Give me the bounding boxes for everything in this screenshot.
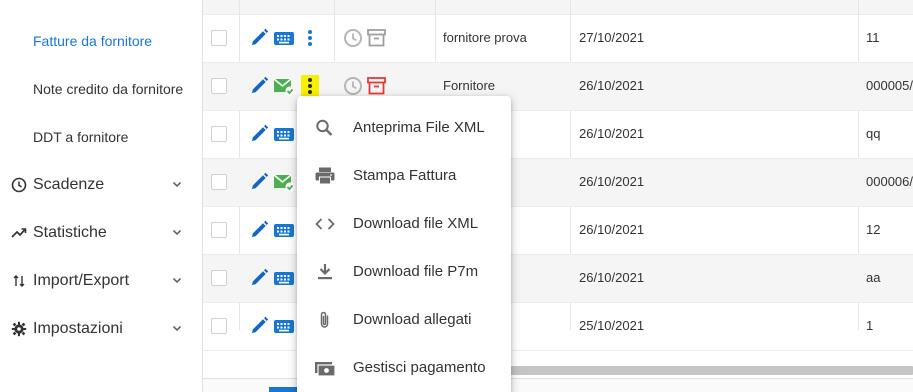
menu-item-label: Stampa Fattura bbox=[353, 167, 457, 184]
sidebar-item-label: Scadenze bbox=[33, 176, 105, 193]
menu-item-label: Download allegati bbox=[353, 311, 472, 328]
sidebar-item-scadenze[interactable]: Scadenze bbox=[10, 173, 190, 197]
more-actions-button[interactable] bbox=[301, 27, 319, 49]
sidebar-item-note-credito-da-fornitore[interactable]: Note credito da fornitore bbox=[33, 81, 183, 97]
sidebar: Fatture da fornitore Note credito da for… bbox=[0, 0, 203, 392]
invoice-number-cell: qq bbox=[866, 126, 881, 141]
invoice-number-cell: aa bbox=[866, 270, 881, 285]
chevron-down-icon bbox=[172, 229, 182, 236]
swap-vertical-icon bbox=[10, 272, 28, 290]
keyboard-icon[interactable] bbox=[273, 316, 295, 336]
row-checkbox[interactable] bbox=[211, 318, 227, 334]
download-icon bbox=[318, 264, 332, 280]
chevron-down-icon bbox=[172, 325, 182, 332]
menu-item-anteprima-xml[interactable]: Anteprima File XML bbox=[297, 104, 511, 152]
sidebar-item-ddt-a-fornitore[interactable]: DDT a fornitore bbox=[33, 129, 128, 145]
date-cell: 26/10/2021 bbox=[579, 78, 645, 93]
row-checkbox[interactable] bbox=[211, 222, 227, 238]
pencil-icon[interactable] bbox=[249, 28, 271, 48]
search-icon bbox=[316, 119, 333, 136]
code-icon bbox=[315, 218, 335, 230]
invoice-number-cell: 000005/ bbox=[866, 78, 913, 93]
printer-icon bbox=[315, 167, 335, 185]
menu-item-stampa-fattura[interactable]: Stampa Fattura bbox=[297, 152, 511, 200]
table-row[interactable]: fornitore prova 27/10/2021 11 bbox=[203, 15, 913, 63]
date-cell: 27/10/2021 bbox=[579, 30, 645, 45]
sidebar-item-import-export[interactable]: Import/Export bbox=[10, 269, 190, 293]
date-cell: 26/10/2021 bbox=[579, 126, 645, 141]
pencil-icon[interactable] bbox=[249, 172, 271, 192]
sidebar-item-impostazioni[interactable]: Impostazioni bbox=[10, 317, 190, 341]
trending-up-icon bbox=[10, 224, 28, 242]
chevron-down-icon bbox=[172, 277, 182, 284]
keyboard-icon[interactable] bbox=[273, 220, 295, 240]
supplier-name-cell: Fornitore bbox=[443, 78, 496, 93]
sidebar-item-label: Statistiche bbox=[33, 224, 107, 241]
payment-icon bbox=[315, 362, 336, 377]
archive-icon[interactable] bbox=[366, 28, 388, 48]
clock-icon bbox=[10, 176, 28, 194]
horizontal-scrollbar[interactable] bbox=[511, 366, 913, 375]
chevron-down-icon bbox=[172, 181, 182, 188]
paperclip-icon bbox=[320, 311, 329, 328]
pencil-icon[interactable] bbox=[249, 268, 271, 288]
archive-icon[interactable] bbox=[366, 76, 388, 96]
sidebar-item-label: Impostazioni bbox=[33, 320, 123, 337]
date-cell: 26/10/2021 bbox=[579, 270, 645, 285]
invoice-number-cell: 1 bbox=[866, 318, 874, 333]
pencil-icon[interactable] bbox=[249, 76, 271, 96]
date-cell: 25/10/2021 bbox=[579, 318, 645, 333]
row-checkbox[interactable] bbox=[211, 174, 227, 190]
mail-check-icon[interactable] bbox=[273, 172, 295, 192]
table-row bbox=[203, 0, 913, 15]
supplier-name-cell: fornitore prova bbox=[443, 30, 527, 45]
keyboard-icon[interactable] bbox=[273, 28, 295, 48]
menu-item-download-p7m[interactable]: Download file P7m bbox=[297, 248, 511, 296]
mail-check-icon[interactable] bbox=[273, 76, 295, 96]
row-checkbox[interactable] bbox=[211, 126, 227, 142]
menu-item-gestisci-pagamento[interactable]: Gestisci pagamento bbox=[297, 344, 511, 392]
row-actions-menu: Anteprima File XML Stampa Fattura Downlo… bbox=[297, 96, 511, 392]
invoice-number-cell: 12 bbox=[866, 222, 881, 237]
date-cell: 26/10/2021 bbox=[579, 222, 645, 237]
gear-icon bbox=[10, 320, 28, 338]
clock-icon[interactable] bbox=[343, 28, 365, 48]
invoice-number-cell: 11 bbox=[866, 30, 880, 45]
invoice-number-cell: 000006/ bbox=[866, 174, 913, 189]
date-cell: 26/10/2021 bbox=[579, 174, 645, 189]
row-checkbox[interactable] bbox=[211, 78, 227, 94]
pencil-icon[interactable] bbox=[249, 220, 271, 240]
sidebar-item-statistiche[interactable]: Statistiche bbox=[10, 221, 190, 245]
pagination-indicator[interactable] bbox=[269, 387, 297, 392]
sidebar-item-fatture-da-fornitore[interactable]: Fatture da fornitore bbox=[33, 33, 152, 49]
row-checkbox[interactable] bbox=[211, 30, 227, 46]
menu-item-download-xml[interactable]: Download file XML bbox=[297, 200, 511, 248]
menu-item-label: Download file P7m bbox=[353, 263, 479, 280]
pencil-icon[interactable] bbox=[249, 316, 271, 336]
more-actions-button[interactable] bbox=[301, 75, 319, 97]
row-checkbox[interactable] bbox=[211, 270, 227, 286]
sidebar-item-label: Import/Export bbox=[33, 272, 130, 289]
menu-item-download-allegati[interactable]: Download allegati bbox=[297, 296, 511, 344]
menu-item-label: Download file XML bbox=[353, 215, 479, 232]
keyboard-icon[interactable] bbox=[273, 268, 295, 288]
menu-item-label: Anteprima File XML bbox=[353, 119, 485, 136]
menu-item-label: Gestisci pagamento bbox=[353, 359, 486, 376]
keyboard-icon[interactable] bbox=[273, 124, 295, 144]
clock-icon[interactable] bbox=[343, 76, 365, 96]
pencil-icon[interactable] bbox=[249, 124, 271, 144]
